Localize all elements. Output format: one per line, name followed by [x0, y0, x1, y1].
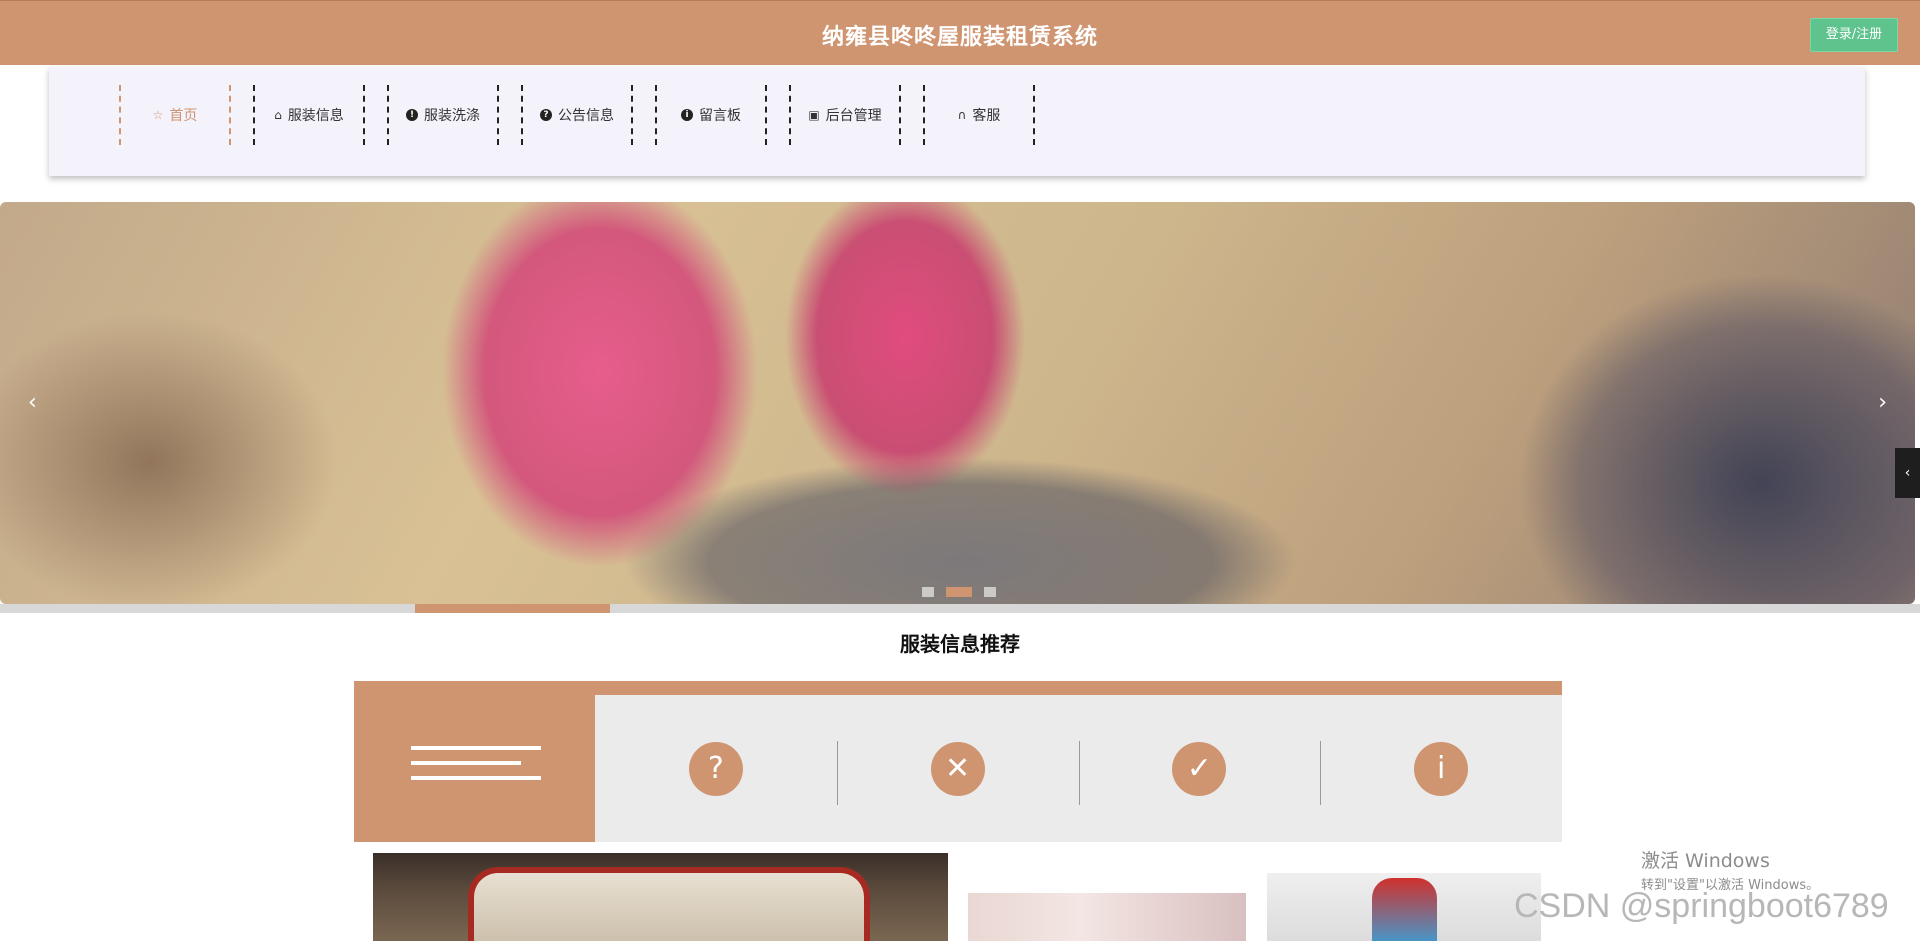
filter-cell: ? — [595, 695, 837, 842]
list-icon — [411, 746, 541, 791]
side-collapse-button[interactable]: ‹ — [1895, 448, 1920, 498]
close-icon[interactable]: ✕ — [930, 741, 985, 796]
carousel-dot-active[interactable] — [946, 587, 972, 597]
carousel-next-button[interactable]: › — [1878, 390, 1887, 415]
nav-item-message-board[interactable]: i 留言板 — [655, 85, 767, 145]
login-register-button[interactable]: 登录/注册 — [1810, 18, 1898, 52]
carousel-progress-fill — [415, 604, 610, 613]
nav-item-announcements[interactable]: ? 公告信息 — [521, 85, 633, 145]
nav-label: 公告信息 — [558, 108, 614, 124]
nav-item-customer-service[interactable]: ∩ 客服 — [923, 85, 1035, 145]
section-title: 服装信息推荐 — [900, 632, 1020, 656]
watermark-line1: 激活 Windows — [1641, 850, 1770, 872]
nav-item-clothing-info[interactable]: ⌂ 服装信息 — [253, 85, 365, 145]
check-icon[interactable]: ✓ — [1172, 741, 1227, 796]
nav-label: 后台管理 — [825, 108, 882, 124]
carousel-prev-button[interactable]: ‹ — [28, 390, 37, 415]
top-header: 纳雍县咚咚屋服装租赁系统 登录/注册 — [0, 0, 1920, 65]
exclamation-circle-icon: ! — [406, 109, 418, 121]
question-icon[interactable]: ? — [688, 741, 743, 796]
filter-cell: ✓ — [1078, 695, 1321, 842]
filter-bar: ? ✕ ✓ i — [354, 681, 1562, 842]
product-image[interactable] — [968, 893, 1246, 941]
csdn-watermark: CSDN @springboot6789 — [1514, 887, 1889, 925]
nav-label: 服装信息 — [287, 108, 344, 124]
nav-label: 客服 — [972, 108, 1001, 124]
carousel-dot[interactable] — [984, 587, 996, 597]
main-nav: ☆ 首页 ⌂ 服装信息 ! 服装洗涤 ? 公告信息 i 留言板 ▣ 后台管理 ∩… — [49, 67, 1865, 176]
costume-image-detail — [1372, 878, 1437, 941]
filter-cell: i — [1320, 695, 1562, 842]
nav-label: 首页 — [169, 108, 198, 124]
headset-icon: ∩ — [957, 108, 967, 122]
star-icon: ☆ — [152, 108, 164, 122]
product-image[interactable] — [373, 853, 948, 941]
nav-item-clothing-wash[interactable]: ! 服装洗涤 — [387, 85, 499, 145]
site-title: 纳雍县咚咚屋服装租赁系统 — [821, 25, 1098, 50]
nav-label: 留言板 — [699, 108, 741, 124]
carousel-dot[interactable] — [922, 587, 934, 597]
carousel-indicators — [922, 587, 996, 597]
info-circle-icon: i — [681, 109, 693, 121]
nav-item-home[interactable]: ☆ 首页 — [119, 85, 231, 145]
product-image[interactable] — [1267, 873, 1541, 941]
doorway-image-detail — [468, 867, 870, 941]
banner-carousel: ‹ › — [0, 202, 1915, 604]
nav-item-admin[interactable]: ▣ 后台管理 — [789, 85, 901, 145]
carousel-progress — [0, 604, 1920, 613]
list-view-button[interactable] — [354, 681, 595, 842]
nav-label: 服装洗涤 — [424, 108, 480, 124]
info-icon[interactable]: i — [1414, 741, 1469, 796]
question-circle-icon: ? — [540, 109, 552, 121]
filter-cell: ✕ — [836, 695, 1079, 842]
briefcase-icon: ▣ — [808, 108, 820, 122]
bag-icon: ⌂ — [274, 108, 282, 122]
